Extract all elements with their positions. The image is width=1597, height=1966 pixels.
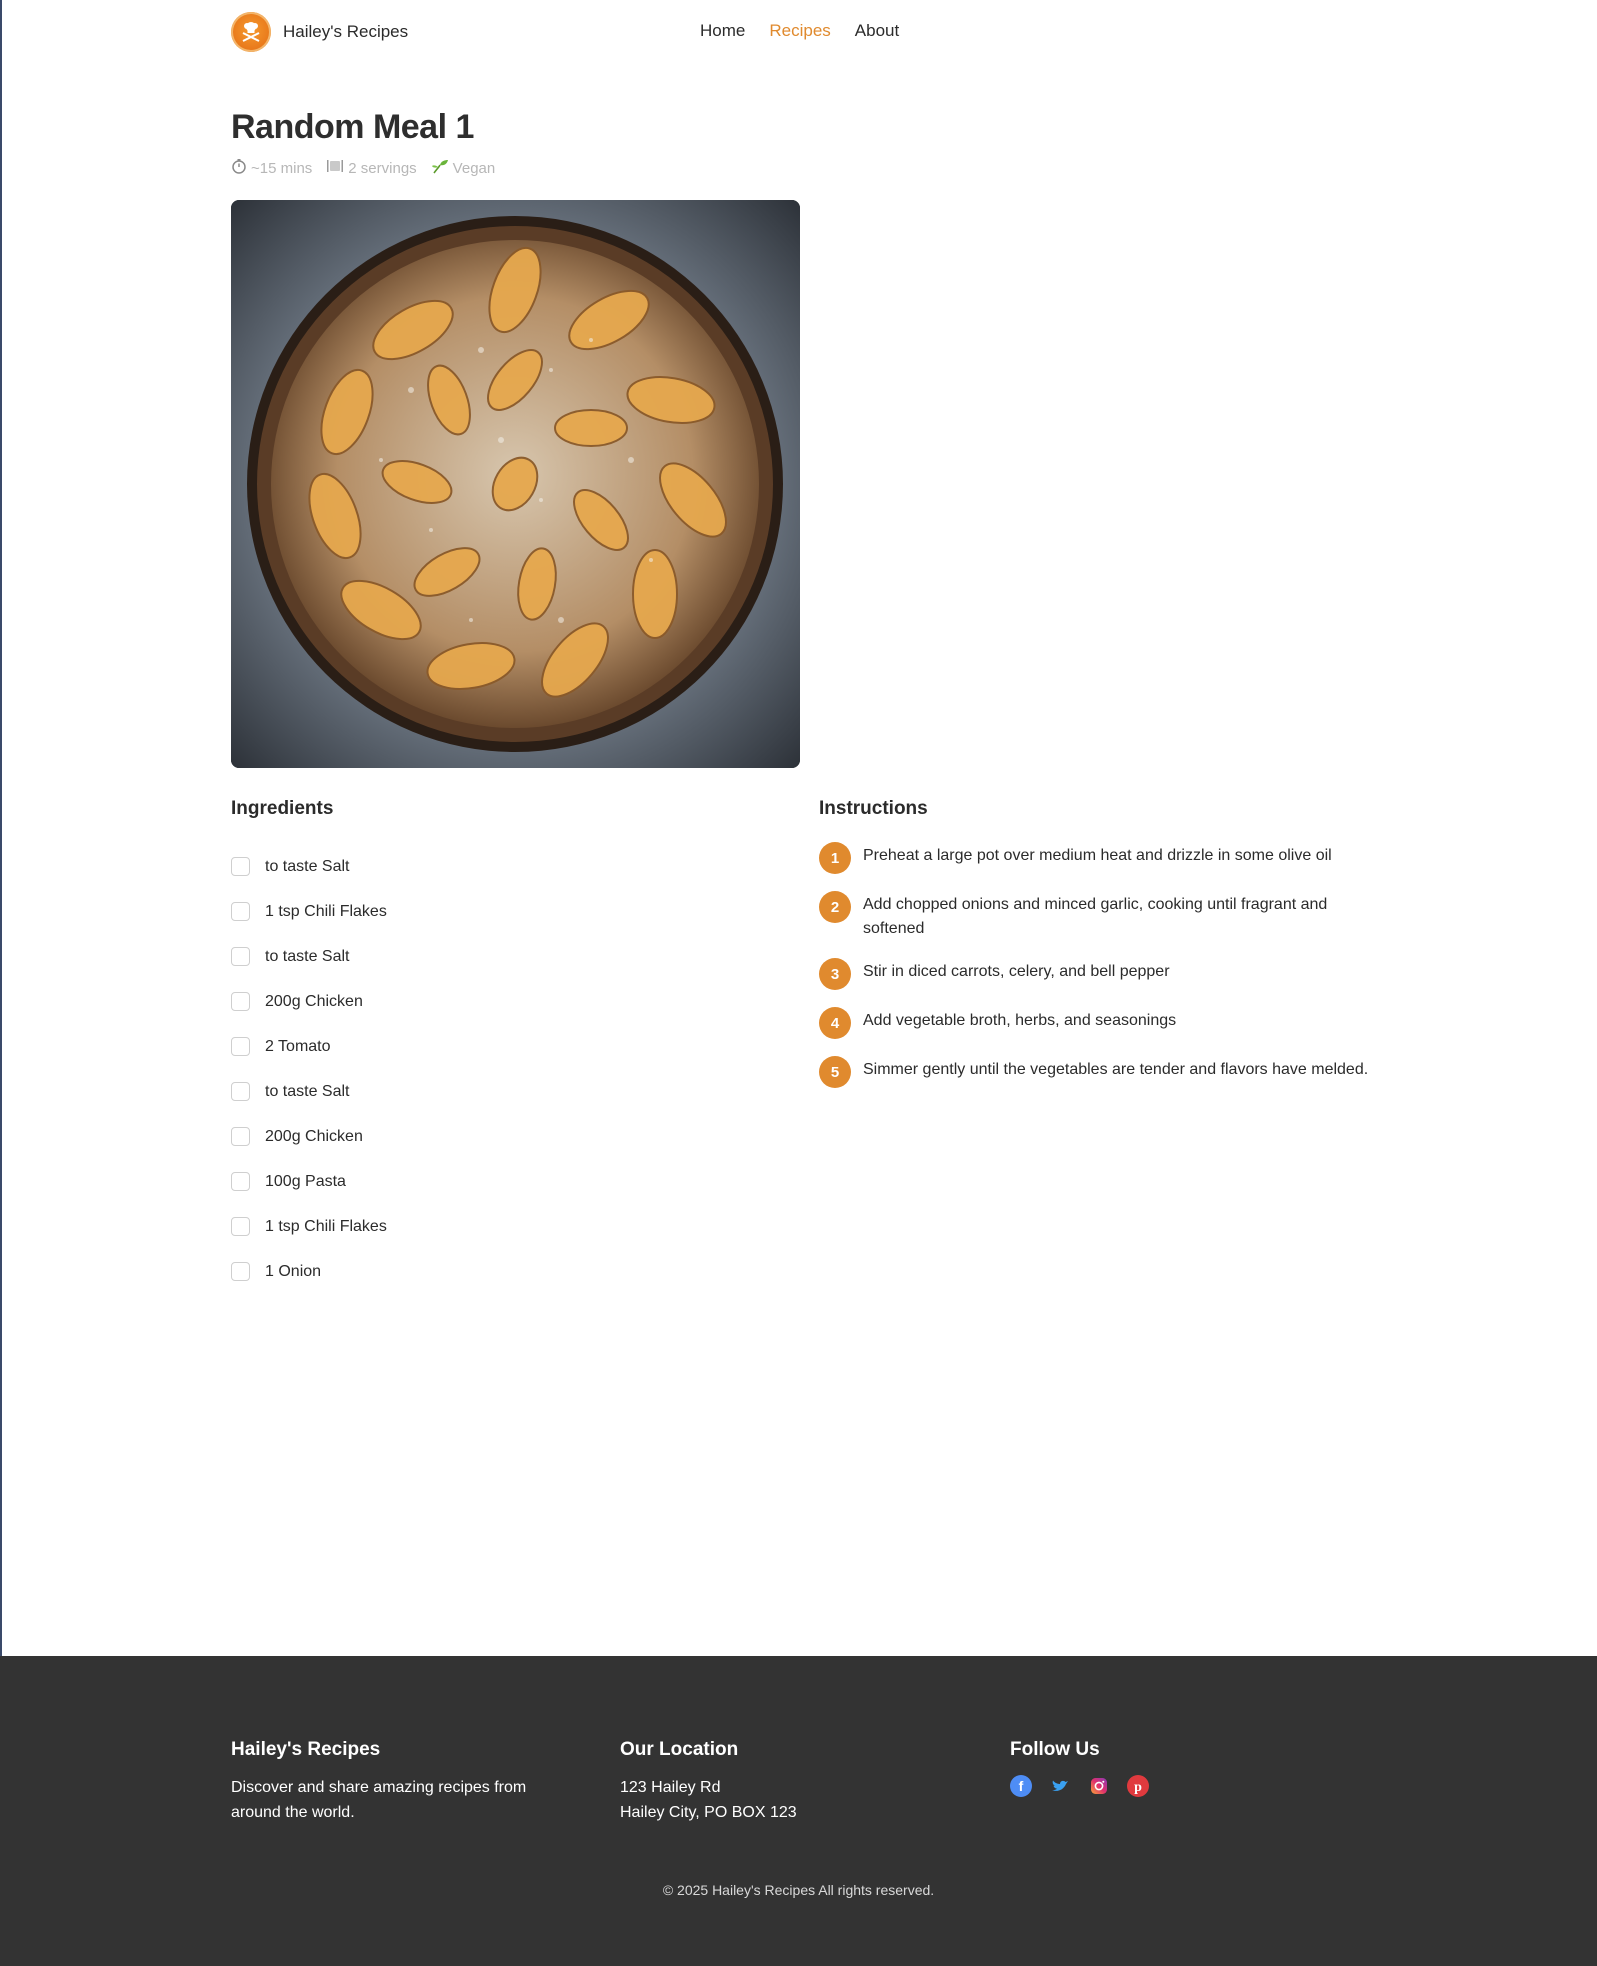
instruction-step: 2 Add chopped onions and minced garlic, … bbox=[819, 891, 1379, 941]
ingredient-checkbox[interactable] bbox=[231, 1127, 250, 1146]
step-text: Simmer gently until the vegetables are t… bbox=[863, 1061, 1369, 1078]
list-item: 200g Chicken bbox=[231, 1114, 771, 1159]
seedling-icon bbox=[431, 158, 449, 178]
social-links: f p bbox=[1010, 1775, 1350, 1797]
recipe-image bbox=[231, 200, 800, 768]
pinterest-icon[interactable]: p bbox=[1127, 1775, 1149, 1797]
instructions-title: Instructions bbox=[819, 798, 928, 819]
instruction-step: 5 Simmer gently until the vegetables are… bbox=[819, 1056, 1379, 1088]
ingredient-checkbox[interactable] bbox=[231, 947, 250, 966]
ingredients-list: to taste Salt 1 tsp Chili Flakes to tast… bbox=[231, 844, 771, 1294]
nav-home[interactable]: Home bbox=[700, 21, 745, 41]
chef-logo-icon bbox=[231, 12, 271, 52]
diet-meta: Vegan bbox=[431, 158, 496, 178]
ingredient-checkbox[interactable] bbox=[231, 992, 250, 1011]
ingredient-label: 1 Onion bbox=[265, 1262, 322, 1280]
diet-text: Vegan bbox=[452, 159, 496, 177]
svg-text:f: f bbox=[1019, 1778, 1024, 1794]
facebook-icon[interactable]: f bbox=[1010, 1775, 1032, 1797]
copyright-text: © 2025 Hailey's Recipes All rights reser… bbox=[662, 1882, 935, 1898]
list-item: 100g Pasta bbox=[231, 1159, 771, 1204]
site-header: Hailey's Recipes Home Recipes About bbox=[0, 0, 1597, 64]
footer-about: Hailey's Recipes Discover and share amaz… bbox=[231, 1739, 571, 1825]
ingredient-label: 2 Tomato bbox=[265, 1037, 331, 1055]
ingredient-checkbox[interactable] bbox=[231, 1082, 250, 1101]
site-footer: Hailey's Recipes Discover and share amaz… bbox=[0, 1656, 1597, 1966]
ingredient-label: to taste Salt bbox=[265, 947, 350, 965]
list-item: 2 Tomato bbox=[231, 1024, 771, 1069]
footer-follow-title: Follow Us bbox=[1010, 1739, 1100, 1760]
step-number-badge: 4 bbox=[819, 1007, 851, 1039]
ingredient-label: 100g Pasta bbox=[265, 1172, 346, 1190]
list-item: to taste Salt bbox=[231, 1069, 771, 1114]
ingredient-label: 1 tsp Chili Flakes bbox=[265, 902, 387, 920]
ingredient-checkbox[interactable] bbox=[231, 1217, 250, 1236]
time-meta: ~15 mins bbox=[231, 158, 312, 178]
step-text: Preheat a large pot over medium heat and… bbox=[863, 847, 1332, 864]
footer-address-line1: 123 Hailey Rd bbox=[620, 1779, 721, 1796]
ingredient-label: to taste Salt bbox=[265, 1082, 350, 1100]
instagram-icon[interactable] bbox=[1088, 1775, 1110, 1797]
footer-location: Our Location 123 Hailey Rd Hailey City, … bbox=[620, 1739, 960, 1825]
ingredients-title: Ingredients bbox=[231, 798, 334, 819]
list-item: 1 tsp Chili Flakes bbox=[231, 1204, 771, 1249]
time-text: ~15 mins bbox=[251, 159, 313, 177]
instruction-step: 1 Preheat a large pot over medium heat a… bbox=[819, 842, 1379, 874]
ingredient-checkbox[interactable] bbox=[231, 1037, 250, 1056]
servings-meta: 2 servings bbox=[326, 158, 417, 178]
instruction-step: 4 Add vegetable broth, herbs, and season… bbox=[819, 1007, 1379, 1039]
step-number-badge: 2 bbox=[819, 891, 851, 923]
list-item: to taste Salt bbox=[231, 844, 771, 889]
step-text: Add vegetable broth, herbs, and seasonin… bbox=[863, 1012, 1177, 1029]
ingredient-label: 200g Chicken bbox=[265, 992, 363, 1010]
nav-about[interactable]: About bbox=[855, 21, 899, 41]
stopwatch-icon bbox=[231, 158, 247, 178]
list-item: 200g Chicken bbox=[231, 979, 771, 1024]
svg-text:p: p bbox=[1134, 1780, 1142, 1795]
ingredient-label: to taste Salt bbox=[265, 857, 350, 875]
servings-text: 2 servings bbox=[348, 159, 417, 177]
plate-utensils-icon bbox=[326, 158, 344, 178]
list-item: to taste Salt bbox=[231, 934, 771, 979]
page-edge bbox=[0, 0, 2, 1656]
ingredient-label: 1 tsp Chili Flakes bbox=[265, 1217, 387, 1235]
footer-follow: Follow Us f p bbox=[1010, 1739, 1350, 1797]
ingredient-checkbox[interactable] bbox=[231, 902, 250, 921]
recipe-title: Random Meal 1 bbox=[231, 108, 474, 146]
nav-recipes[interactable]: Recipes bbox=[769, 21, 830, 41]
ingredient-label: 200g Chicken bbox=[265, 1127, 363, 1145]
ingredient-checkbox[interactable] bbox=[231, 857, 250, 876]
main-nav: Home Recipes About bbox=[700, 21, 899, 41]
footer-address-line2: Hailey City, PO BOX 123 bbox=[620, 1804, 797, 1821]
ingredient-checkbox[interactable] bbox=[231, 1262, 250, 1281]
ingredient-checkbox[interactable] bbox=[231, 1172, 250, 1191]
brand-name: Hailey's Recipes bbox=[283, 22, 409, 41]
list-item: 1 Onion bbox=[231, 1249, 771, 1294]
instruction-step: 3 Stir in diced carrots, celery, and bel… bbox=[819, 958, 1379, 990]
step-number-badge: 5 bbox=[819, 1056, 851, 1088]
list-item: 1 tsp Chili Flakes bbox=[231, 889, 771, 934]
recipe-meta: ~15 mins 2 servings Vegan bbox=[231, 158, 495, 178]
footer-about-text: Discover and share amazing recipes from … bbox=[231, 1779, 527, 1821]
twitter-icon[interactable] bbox=[1049, 1775, 1071, 1797]
footer-about-title: Hailey's Recipes bbox=[231, 1739, 381, 1760]
step-text: Add chopped onions and minced garlic, co… bbox=[863, 896, 1328, 937]
footer-location-title: Our Location bbox=[620, 1739, 739, 1760]
step-text: Stir in diced carrots, celery, and bell … bbox=[863, 963, 1170, 980]
step-number-badge: 1 bbox=[819, 842, 851, 874]
brand-link[interactable]: Hailey's Recipes bbox=[231, 12, 408, 52]
step-number-badge: 3 bbox=[819, 958, 851, 990]
instructions-list: 1 Preheat a large pot over medium heat a… bbox=[819, 842, 1379, 1105]
